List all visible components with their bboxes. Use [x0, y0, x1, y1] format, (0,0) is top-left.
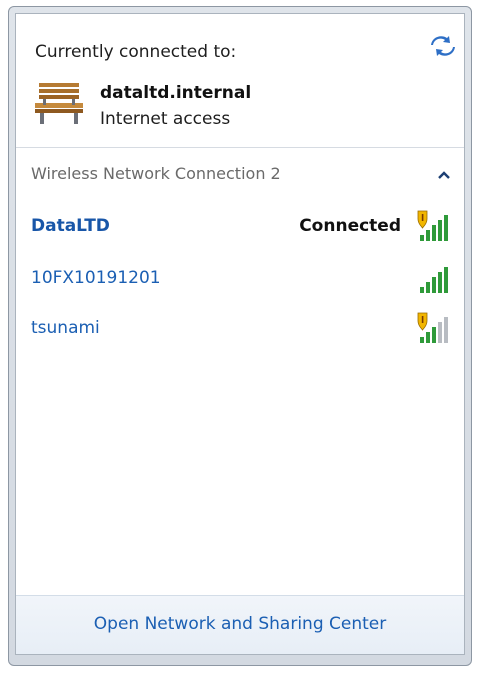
bench-icon: [35, 83, 83, 124]
network-name: tsunami: [31, 318, 100, 338]
network-row-dataltd[interactable]: DataLTD Connected: [16, 207, 464, 247]
wifi-signal-icon: [420, 267, 448, 293]
connected-header: Currently connected to:: [35, 42, 237, 62]
wifi-signal-icon: [417, 312, 448, 343]
refresh-icon[interactable]: [430, 35, 456, 57]
network-row-tsunami[interactable]: tsunami: [16, 309, 464, 349]
network-flyout: Currently connected to: dataltd.internal…: [15, 13, 465, 655]
chevron-up-icon[interactable]: [438, 171, 450, 179]
current-network-name: dataltd.internal: [100, 83, 252, 103]
footer: Open Network and Sharing Center: [16, 595, 464, 654]
open-network-sharing-center-link[interactable]: Open Network and Sharing Center: [94, 614, 386, 634]
wifi-signal-icon: [417, 210, 448, 241]
network-row-10fx10191201[interactable]: 10FX10191201: [16, 259, 464, 299]
network-name: DataLTD: [31, 216, 110, 236]
section-divider: [16, 147, 464, 148]
network-state: Connected: [299, 216, 401, 236]
network-name: 10FX10191201: [31, 268, 161, 288]
adapter-header[interactable]: Wireless Network Connection 2: [31, 164, 281, 183]
current-network-status: Internet access: [100, 109, 231, 129]
